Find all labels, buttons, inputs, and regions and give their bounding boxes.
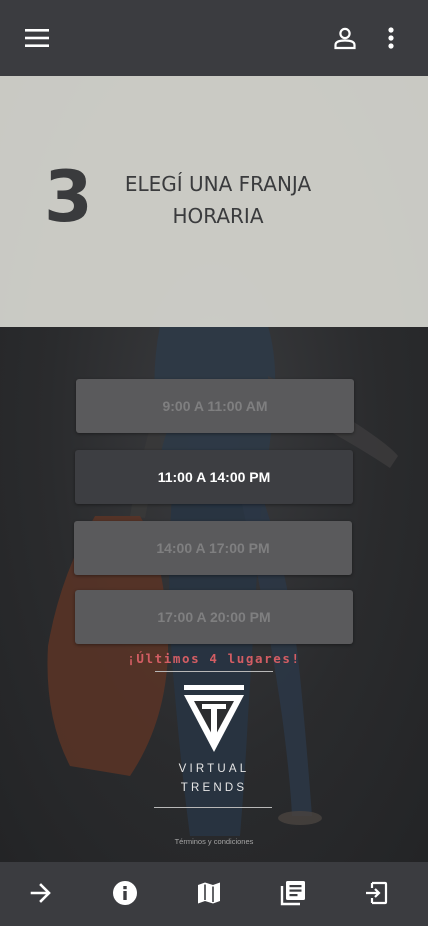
- map-icon[interactable]: [192, 876, 226, 910]
- promo-text: ¡Últimos 4 lugares!: [127, 651, 301, 666]
- step-title: ELEGÍ UNA FRANJA HORARIA: [124, 172, 312, 228]
- brand-name-line1: VIRTUAL: [178, 763, 250, 775]
- more-vertical-icon[interactable]: [378, 22, 404, 54]
- exit-icon[interactable]: [359, 876, 393, 910]
- arrow-right-icon[interactable]: [24, 876, 58, 910]
- divider: [155, 671, 273, 672]
- time-slot-button[interactable]: 9:00 A 11:00 AM: [76, 379, 354, 433]
- brand-logo: [183, 684, 245, 754]
- top-app-bar: [0, 0, 428, 76]
- library-books-icon[interactable]: [276, 876, 310, 910]
- info-icon[interactable]: [108, 876, 142, 910]
- bottom-nav: [0, 862, 428, 926]
- menu-icon[interactable]: [22, 24, 52, 52]
- person-icon[interactable]: [330, 22, 360, 54]
- terms-link[interactable]: Términos y condiciones: [0, 837, 428, 846]
- time-slot-button[interactable]: 14:00 A 17:00 PM: [74, 521, 352, 575]
- time-slot-button[interactable]: 11:00 A 14:00 PM: [75, 450, 353, 504]
- time-slot-button[interactable]: 17:00 A 20:00 PM: [75, 590, 353, 644]
- divider: [154, 807, 272, 808]
- brand-name-line2: TRENDS: [180, 782, 248, 794]
- step-number: 3: [44, 156, 93, 238]
